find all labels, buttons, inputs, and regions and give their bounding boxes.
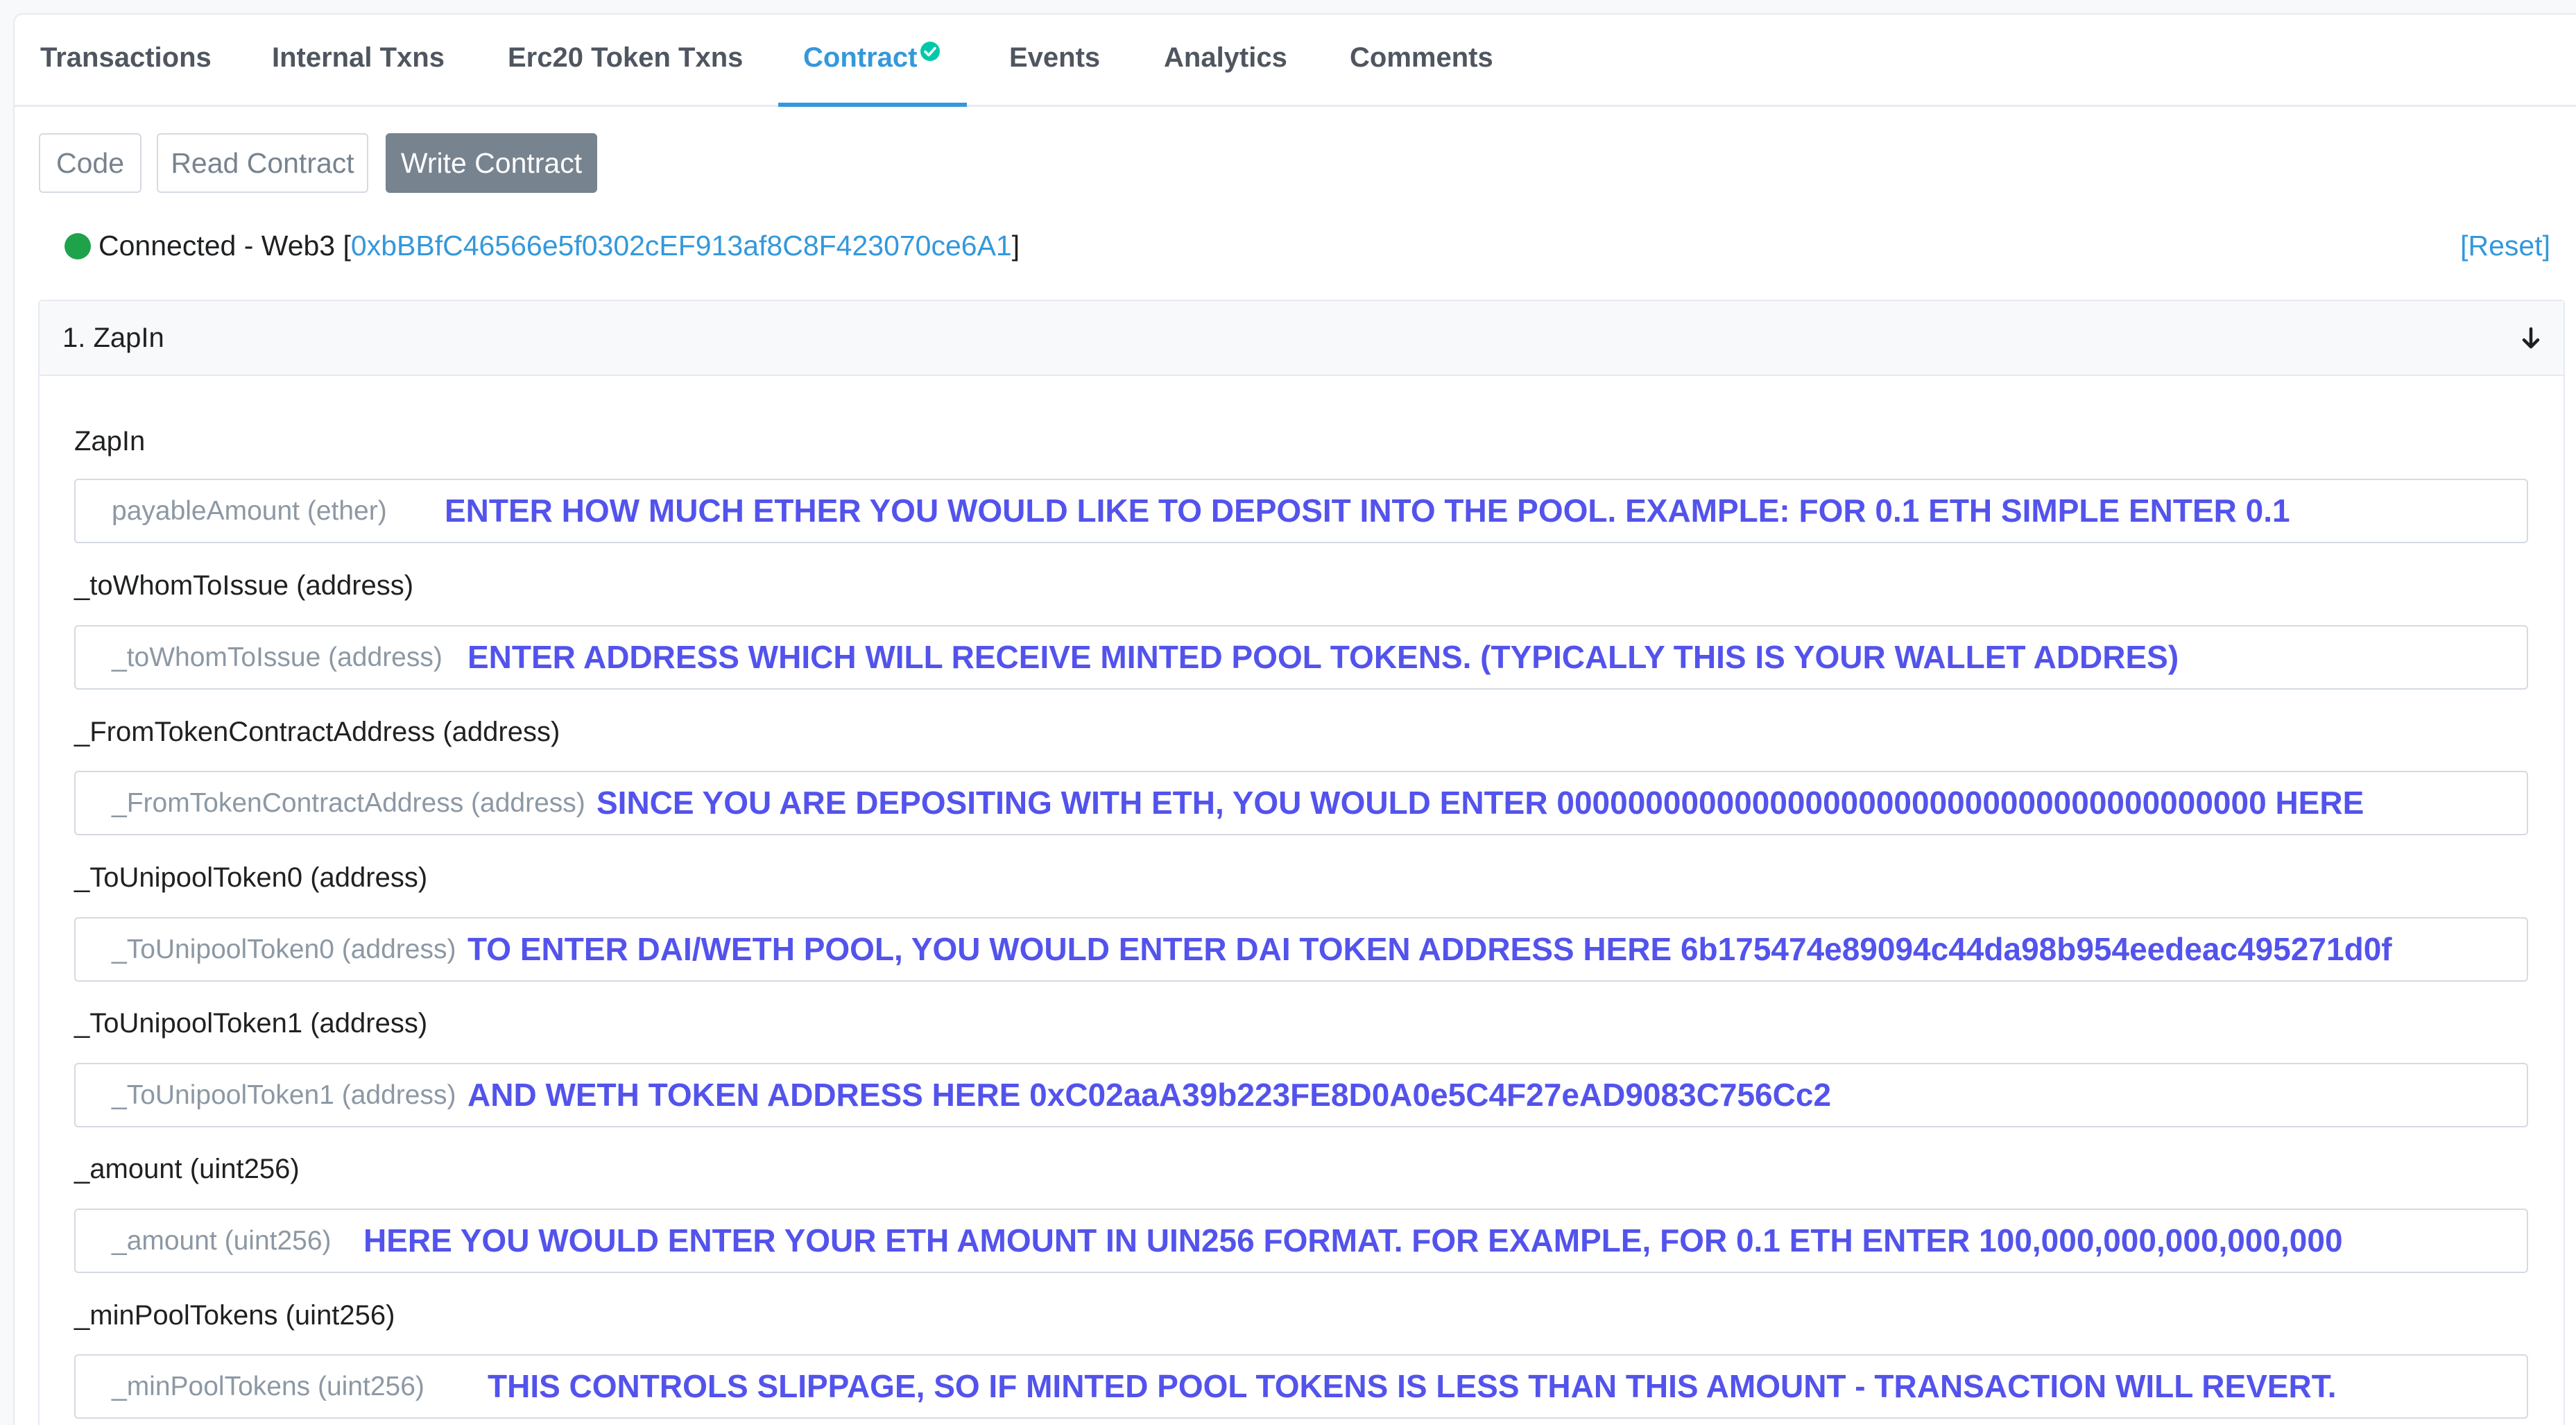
active-tab-indicator — [778, 103, 967, 107]
tab-internal-txns[interactable]: Internal Txns — [272, 15, 445, 107]
arrow-down-icon[interactable] — [2519, 326, 2543, 351]
to-unipool-token0-note: TO ENTER DAI/WETH POOL, YOU WOULD ENTER … — [467, 931, 2392, 967]
min-pool-tokens-label: _minPoolTokens (uint256) — [74, 1300, 395, 1331]
page: Transactions Internal Txns Erc20 Token T… — [0, 0, 2576, 1425]
to-unipool-token1-input[interactable]: _ToUnipoolToken1 (address) AND WETH TOKE… — [74, 1063, 2528, 1127]
to-unipool-token1-placeholder: _ToUnipoolToken1 (address) — [112, 1080, 456, 1110]
function-name-label: ZapIn — [74, 426, 146, 456]
amount-note: HERE YOU WOULD ENTER YOUR ETH AMOUNT IN … — [363, 1222, 2343, 1258]
from-token-contract-address-note: SINCE YOU ARE DEPOSITING WITH ETH, YOU W… — [596, 785, 2364, 821]
wallet-address-link[interactable]: 0xbBBfC46566e5f0302cEF913af8C8F423070ce6… — [351, 230, 1012, 262]
verified-check-icon — [920, 42, 940, 61]
tab-transactions[interactable]: Transactions — [40, 15, 212, 107]
payable-amount-input[interactable]: payableAmount (ether) ENTER HOW MUCH ETH… — [74, 479, 2528, 543]
to-unipool-token1-note: AND WETH TOKEN ADDRESS HERE 0xC02aaA39b2… — [467, 1077, 1832, 1113]
amount-placeholder: _amount (uint256) — [112, 1226, 332, 1256]
contract-card: Transactions Internal Txns Erc20 Token T… — [13, 13, 2576, 1425]
min-pool-tokens-note: THIS CONTROLS SLIPPAGE, SO IF MINTED POO… — [488, 1368, 2337, 1404]
min-pool-tokens-placeholder: _minPoolTokens (uint256) — [112, 1372, 424, 1401]
payable-amount-placeholder: payableAmount (ether) — [112, 496, 387, 526]
connection-bracket: ] — [1011, 230, 1020, 262]
to-whom-to-issue-input[interactable]: _toWhomToIssue (address) ENTER ADDRESS W… — [74, 625, 2528, 690]
connection-label: Connected - Web3 [ — [98, 230, 351, 262]
code-button[interactable]: Code — [39, 133, 141, 193]
from-token-contract-address-placeholder: _FromTokenContractAddress (address) — [112, 788, 585, 818]
from-token-contract-address-label: _FromTokenContractAddress (address) — [74, 717, 560, 747]
function-panel-header[interactable]: 1. ZapIn — [40, 301, 2564, 376]
amount-label: _amount (uint256) — [74, 1154, 300, 1184]
tab-contract[interactable]: Contract — [803, 15, 917, 107]
status-dot-icon — [65, 233, 91, 259]
tab-erc20-token-txns[interactable]: Erc20 Token Txns — [508, 15, 743, 107]
tab-analytics[interactable]: Analytics — [1164, 15, 1287, 107]
tab-comments[interactable]: Comments — [1350, 15, 1493, 107]
to-unipool-token0-placeholder: _ToUnipoolToken0 (address) — [112, 935, 456, 964]
function-title: 1. ZapIn — [62, 323, 164, 353]
connection-status: Connected - Web3 [0xbBBfC46566e5f0302cEF… — [98, 227, 1020, 264]
to-whom-to-issue-note: ENTER ADDRESS WHICH WILL RECEIVE MINTED … — [467, 639, 2179, 675]
tab-events[interactable]: Events — [1009, 15, 1100, 107]
amount-input[interactable]: _amount (uint256) HERE YOU WOULD ENTER Y… — [74, 1209, 2528, 1273]
payable-amount-note: ENTER HOW MUCH ETHER YOU WOULD LIKE TO D… — [445, 493, 2290, 529]
reset-link[interactable]: [Reset] — [2460, 227, 2550, 264]
to-unipool-token1-label: _ToUnipoolToken1 (address) — [74, 1008, 428, 1039]
function-panel: 1. ZapIn ZapIn payableAmount (ether) ENT… — [38, 300, 2565, 1425]
to-whom-to-issue-placeholder: _toWhomToIssue (address) — [112, 642, 443, 672]
to-unipool-token0-label: _ToUnipoolToken0 (address) — [74, 862, 428, 893]
to-unipool-token0-input[interactable]: _ToUnipoolToken0 (address) TO ENTER DAI/… — [74, 917, 2528, 982]
read-contract-button[interactable]: Read Contract — [157, 133, 368, 193]
min-pool-tokens-input[interactable]: _minPoolTokens (uint256) THIS CONTROLS S… — [74, 1354, 2528, 1419]
to-whom-to-issue-label: _toWhomToIssue (address) — [74, 570, 414, 601]
write-contract-button[interactable]: Write Contract — [386, 133, 597, 193]
tab-bar: Transactions Internal Txns Erc20 Token T… — [15, 15, 2576, 107]
from-token-contract-address-input[interactable]: _FromTokenContractAddress (address) SINC… — [74, 771, 2528, 835]
